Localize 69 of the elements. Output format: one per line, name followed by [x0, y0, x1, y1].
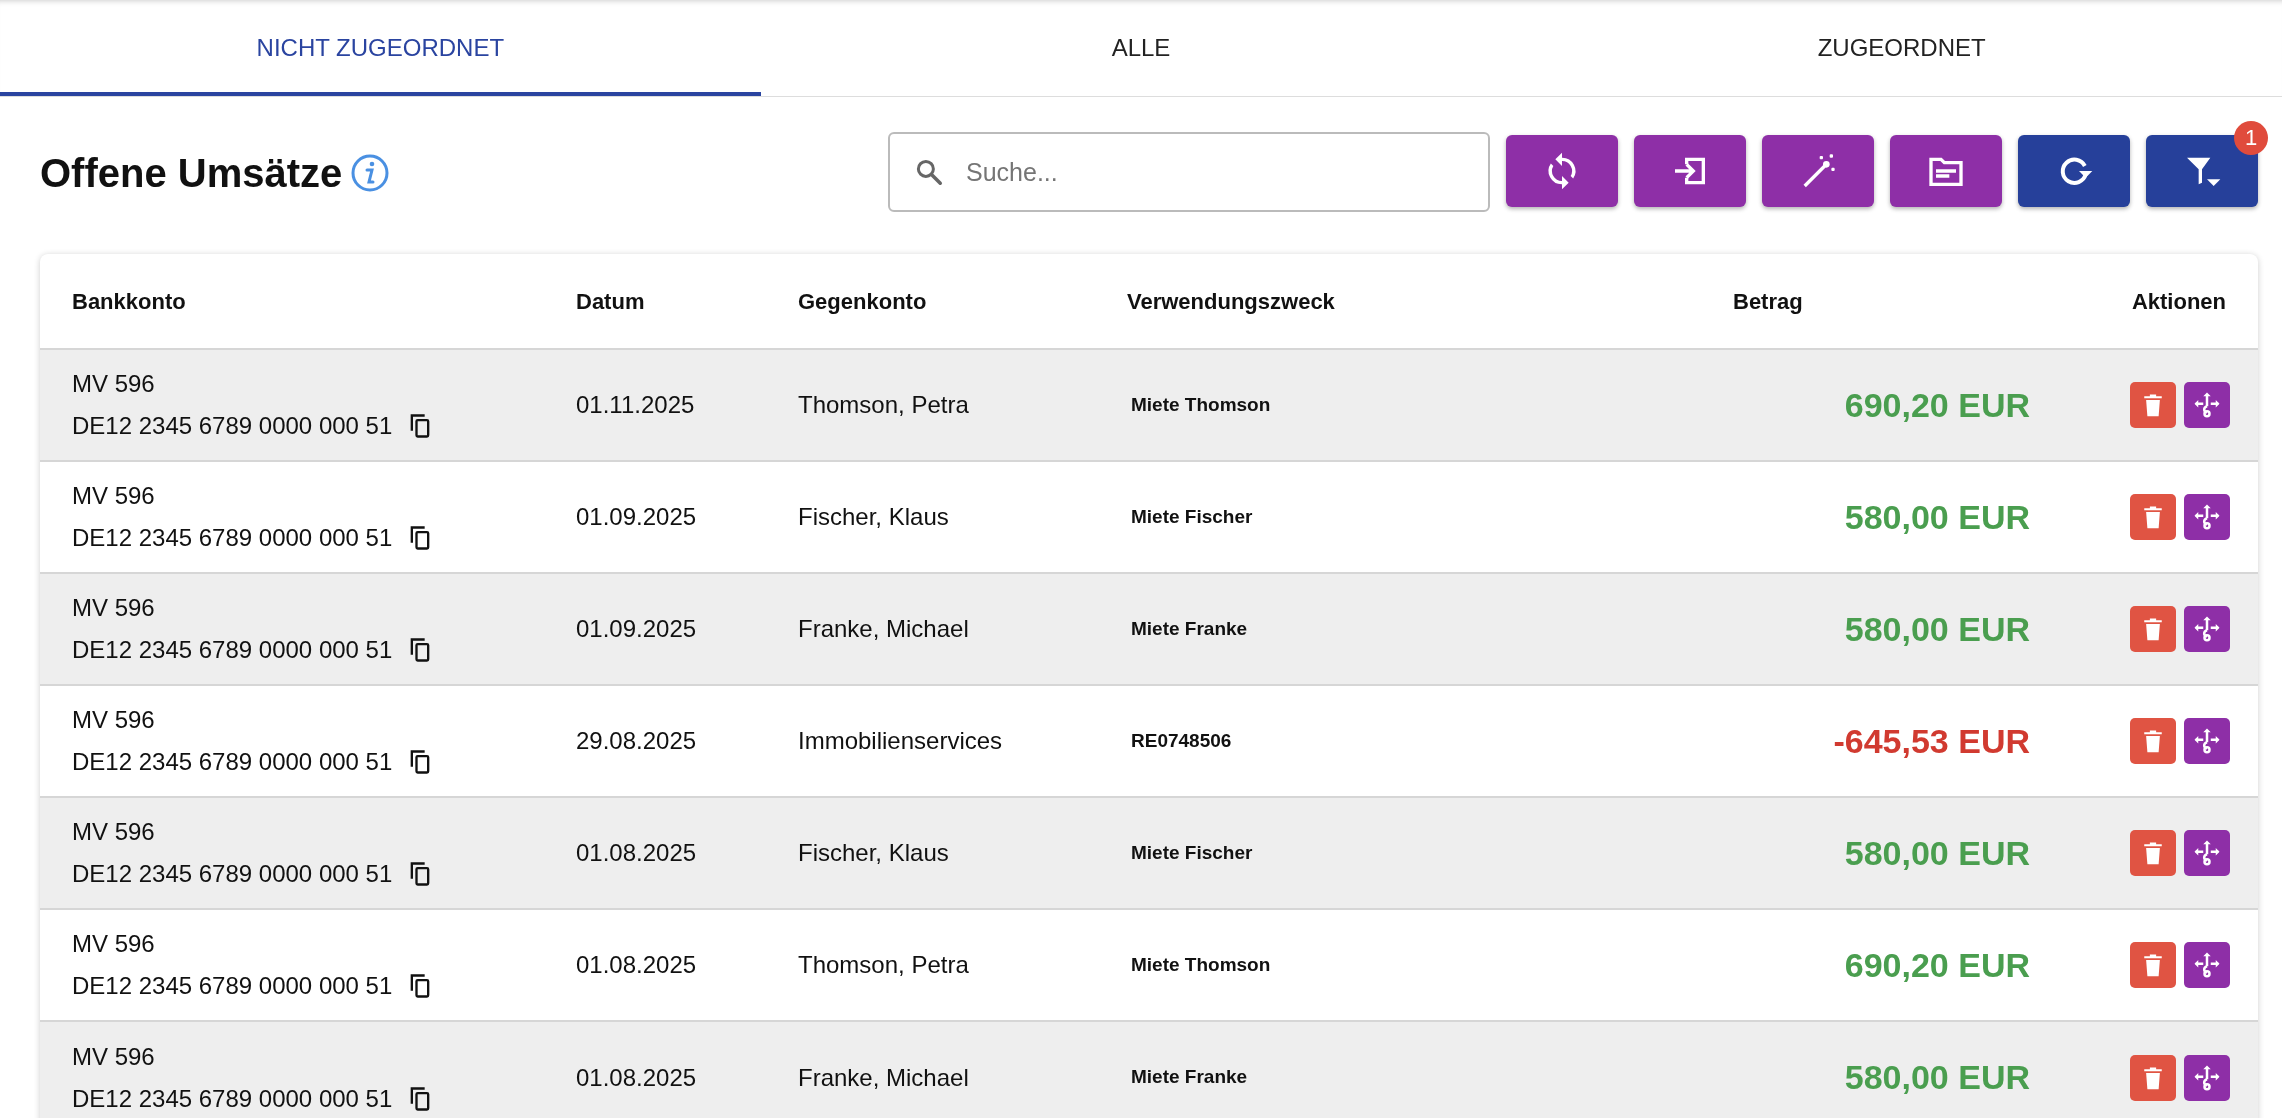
tab[interactable]: ALLE	[760, 0, 1522, 96]
date-cell: 01.08.2025	[576, 1021, 798, 1118]
account-name: MV 596	[72, 929, 156, 959]
column-header: Aktionen	[2060, 254, 2258, 349]
account-name: MV 596	[72, 817, 156, 847]
refresh-button[interactable]	[2018, 135, 2130, 207]
info-icon[interactable]	[350, 153, 391, 193]
date-cell: 01.11.2025	[576, 349, 798, 461]
split-arrows-icon	[2192, 390, 2222, 420]
amount-cell: 580,00 EUR	[1701, 1021, 2060, 1118]
delete-button[interactable]	[2130, 494, 2176, 540]
purpose-cell: Miete Thomson	[1127, 349, 1701, 461]
delete-button[interactable]	[2130, 1054, 2176, 1101]
split-button[interactable]	[2184, 606, 2230, 652]
counterparty-cell: Franke, Michael	[798, 573, 1127, 685]
sync-button[interactable]	[1506, 135, 1618, 207]
date-cell: 01.08.2025	[576, 797, 798, 909]
iban-text: DE12 2345 6789 0000 000 51	[72, 523, 393, 553]
delete-button[interactable]	[2130, 942, 2176, 988]
search-field[interactable]: Suche...	[888, 132, 1490, 212]
column-header: Gegenkonto	[798, 254, 1127, 349]
folder-button[interactable]	[1890, 135, 2002, 207]
counterparty-cell: Franke, Michael	[798, 1021, 1127, 1118]
purpose-cell: Miete Franke	[1127, 1021, 1701, 1118]
search-icon	[914, 157, 944, 187]
account-name: MV 596	[72, 369, 156, 399]
split-button[interactable]	[2184, 382, 2230, 428]
split-arrows-icon	[2192, 838, 2222, 868]
iban-text: DE12 2345 6789 0000 000 51	[72, 747, 393, 777]
counterparty-cell: Thomson, Petra	[798, 349, 1127, 461]
iban-text: DE12 2345 6789 0000 000 51	[72, 971, 393, 1001]
page-title: Offene Umsätze	[40, 150, 343, 197]
amount-cell: 580,00 EUR	[1701, 573, 2060, 685]
iban-text: DE12 2345 6789 0000 000 51	[72, 859, 393, 889]
split-button[interactable]	[2184, 1054, 2230, 1101]
amount-cell: 690,20 EUR	[1701, 349, 2060, 461]
account-name: MV 596	[72, 481, 156, 511]
column-header: Verwendungszweck	[1127, 254, 1701, 349]
account-name: MV 596	[72, 705, 156, 735]
split-button[interactable]	[2184, 494, 2230, 540]
account-name: MV 596	[72, 1041, 156, 1072]
split-button[interactable]	[2184, 718, 2230, 764]
magic-button[interactable]	[1762, 135, 1874, 207]
delete-button[interactable]	[2130, 718, 2176, 764]
counterparty-cell: Fischer, Klaus	[798, 797, 1127, 909]
purpose-cell: Miete Fischer	[1127, 797, 1701, 909]
account-name: MV 596	[72, 593, 156, 623]
split-button[interactable]	[2184, 830, 2230, 876]
column-header: Betrag	[1701, 254, 2060, 349]
date-cell: 01.09.2025	[576, 573, 798, 685]
delete-button[interactable]	[2130, 382, 2176, 428]
delete-button[interactable]	[2130, 830, 2176, 876]
split-arrows-icon	[2192, 614, 2222, 644]
column-header: Datum	[576, 254, 798, 349]
split-arrows-icon	[2192, 726, 2222, 756]
iban-text: DE12 2345 6789 0000 000 51	[72, 635, 393, 665]
import-button[interactable]	[1634, 135, 1746, 207]
split-button[interactable]	[2184, 942, 2230, 988]
tab[interactable]: ZUGEORDNET	[1521, 0, 2282, 96]
split-arrows-icon	[2192, 950, 2222, 980]
purpose-cell: Miete Franke	[1127, 573, 1701, 685]
split-arrows-icon	[2192, 502, 2222, 532]
amount-cell: 580,00 EUR	[1701, 797, 2060, 909]
column-header: Bankkonto	[40, 254, 576, 349]
tab[interactable]: NICHT ZUGEORDNET	[0, 0, 761, 96]
iban-text: DE12 2345 6789 0000 000 51	[72, 411, 393, 441]
iban-text: DE12 2345 6789 0000 000 51	[72, 1083, 393, 1114]
delete-button[interactable]	[2130, 606, 2176, 652]
count-badge: 1	[2234, 121, 2268, 155]
